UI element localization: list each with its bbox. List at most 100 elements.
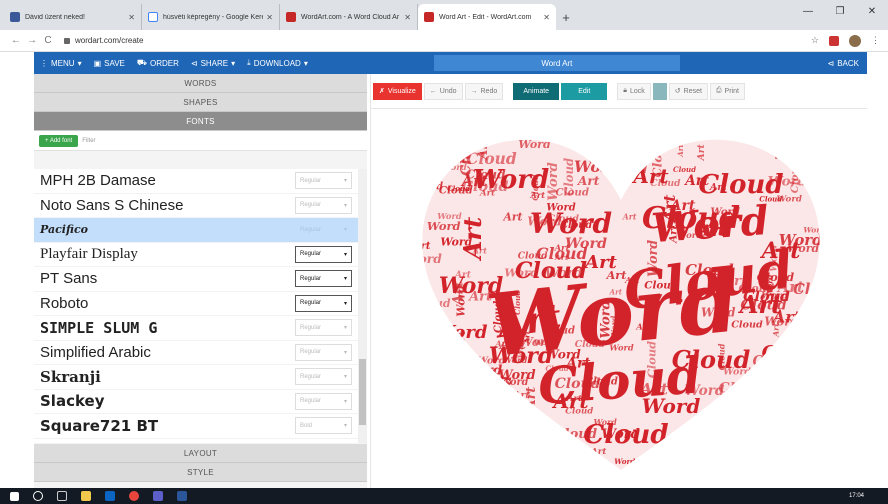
chevron-down-icon: ▾ <box>343 276 347 283</box>
section-fonts[interactable]: FONTS <box>34 112 367 131</box>
font-weight-select[interactable]: Regular ▾ <box>295 221 352 239</box>
chevron-down-icon: ▾ <box>343 398 347 405</box>
cloud-word: Art <box>631 164 669 188</box>
reset-button[interactable]: ↺ Reset <box>668 82 708 100</box>
print-button[interactable]: ⎙ Print <box>709 82 745 100</box>
url-field[interactable]: wordart.com/create <box>64 36 811 45</box>
share-button[interactable]: ⊲ SHARE ▾ <box>185 52 241 74</box>
animate-button[interactable]: Animate <box>513 82 560 100</box>
chevron-down-icon: ▾ <box>343 423 347 430</box>
address-bar-actions: ☆ ⋮ <box>811 34 880 47</box>
save-icon: ▣ <box>93 58 102 68</box>
redo-button[interactable]: → Redo <box>464 82 504 100</box>
cloud-word: Art <box>415 307 443 324</box>
cloud-word: Cloud <box>536 345 703 415</box>
close-tab-icon[interactable]: ✕ <box>266 13 273 22</box>
section-style[interactable]: STYLE <box>34 463 367 482</box>
browser-tab[interactable]: WordArt.com - A Word Cloud Ar ✕ <box>280 4 418 30</box>
taskbar-clock[interactable]: 17:04 <box>849 493 888 500</box>
font-row[interactable]: Square721 BT Bold ▾ <box>34 414 358 439</box>
cloud-word: Art <box>526 439 542 466</box>
cloud-word: Art <box>696 143 707 161</box>
browser-tab-active[interactable]: Word Art - Edit - WordArt.com ✕ <box>418 4 556 30</box>
teams-icon[interactable] <box>153 491 163 501</box>
new-tab-button[interactable]: + <box>556 4 576 30</box>
cloud-word: Art <box>458 217 487 261</box>
font-weight-select[interactable]: Regular ▾ <box>295 196 352 214</box>
font-row[interactable]: Roboto Regular ▾ <box>34 292 358 316</box>
task-view-icon[interactable] <box>57 491 67 501</box>
download-icon: ⤓ <box>247 58 251 67</box>
save-button[interactable]: ▣ SAVE <box>88 52 131 74</box>
font-weight-select[interactable]: Regular ▾ <box>295 319 352 337</box>
order-button[interactable]: ⛟ ORDER <box>131 52 185 74</box>
edit-button[interactable]: Edit <box>561 82 608 100</box>
lock-button[interactable]: 🔒︎ Lock <box>617 82 651 100</box>
search-icon[interactable] <box>33 491 43 501</box>
font-row[interactable]: Skranji Regular ▾ <box>34 365 358 390</box>
file-explorer-icon[interactable] <box>81 491 91 501</box>
undo-button[interactable]: ← Undo <box>423 82 463 100</box>
download-button[interactable]: ⤓ DOWNLOAD ▾ <box>241 52 314 74</box>
font-list-scrollbar[interactable] <box>358 169 367 443</box>
section-layout[interactable]: LAYOUT <box>34 444 367 463</box>
minimize-icon[interactable]: — <box>792 0 824 22</box>
font-weight-select[interactable]: Regular ▾ <box>295 392 352 410</box>
font-weight-select[interactable]: Regular ▾ <box>295 294 352 312</box>
add-font-label: Add font <box>49 137 73 144</box>
extension-icon[interactable] <box>829 35 839 46</box>
font-weight-select[interactable]: Regular ▾ <box>295 245 352 263</box>
chevron-down-icon: ▾ <box>343 300 347 307</box>
cloud-word: Art <box>622 213 637 222</box>
printer-icon: ⎙ <box>715 87 722 94</box>
profile-avatar[interactable] <box>849 34 861 47</box>
close-tab-icon[interactable]: ✕ <box>404 13 411 22</box>
font-filter-input[interactable]: Filter <box>82 138 95 144</box>
menu-button[interactable]: ⋮ MENU ▾ <box>34 52 88 74</box>
visualize-button[interactable]: ✗ Visualize <box>373 82 422 100</box>
color-swatch[interactable] <box>652 82 667 100</box>
scrollbar-thumb[interactable] <box>359 359 366 425</box>
font-weight-select[interactable]: Regular ▾ <box>295 368 352 386</box>
cloud-word: Word <box>518 138 551 151</box>
close-window-icon[interactable]: ✕ <box>856 0 888 22</box>
section-shapes[interactable]: SHAPES <box>34 93 367 112</box>
window-controls: — ❐ ✕ <box>792 0 888 22</box>
windows-start-icon[interactable] <box>10 491 19 501</box>
font-weight-value: Regular <box>300 349 322 356</box>
word-icon[interactable] <box>177 491 187 501</box>
chrome-icon[interactable] <box>129 491 139 501</box>
star-icon[interactable]: ☆ <box>811 35 819 46</box>
font-weight-select[interactable]: Regular ▾ <box>295 172 352 190</box>
tab-title: Word Art - Edit - WordArt.com <box>439 13 532 21</box>
section-words[interactable]: WORDS <box>34 74 367 93</box>
browser-tab[interactable]: húsvéti képregény - Google Kere ✕ <box>142 4 280 30</box>
font-row[interactable]: SIMPLE SLUM G Regular ▾ <box>34 316 358 341</box>
preview-panel: ✗ Visualize ← Undo → Redo Animate Edit 🔒︎ Lo… <box>370 74 867 488</box>
font-row[interactable]: MPH 2B Damase Regular ▾ <box>34 169 358 194</box>
font-weight-select[interactable]: Regular ▾ <box>295 270 352 288</box>
forward-arrow-icon[interactable]: → <box>24 35 40 46</box>
browser-menu-icon[interactable]: ⋮ <box>871 35 880 46</box>
back-arrow-icon[interactable]: ← <box>8 35 24 46</box>
font-row[interactable]: Simplified Arabic Regular ▾ <box>34 341 358 365</box>
close-tab-icon[interactable]: ✕ <box>543 13 550 22</box>
font-weight-select[interactable]: Regular ▾ <box>295 343 352 361</box>
close-tab-icon[interactable]: ✕ <box>128 13 135 22</box>
cloud-word: Word <box>679 438 704 448</box>
back-button[interactable]: ⊲ BACK <box>822 52 868 74</box>
browser-tab[interactable]: Dávid üzent neked! ✕ <box>4 4 142 30</box>
outlook-icon[interactable] <box>105 491 115 501</box>
reload-icon[interactable]: C <box>40 35 56 46</box>
font-row[interactable]: Playfair Display Regular ▾ <box>34 243 358 267</box>
back-label: BACK <box>837 58 859 68</box>
maximize-icon[interactable]: ❐ <box>824 0 856 22</box>
font-row[interactable]: PT Sans Regular ▾ <box>34 267 358 292</box>
font-row[interactable]: Pacifico Regular ▾ <box>34 218 358 243</box>
add-font-button[interactable]: + Add font <box>39 134 79 147</box>
cloud-word: Word <box>473 165 549 195</box>
artwork-title-field[interactable]: Word Art <box>433 55 680 71</box>
font-row[interactable]: Noto Sans S Chinese Regular ▾ <box>34 194 358 218</box>
font-weight-select[interactable]: Bold ▾ <box>295 417 352 435</box>
font-row[interactable]: Slackey Regular ▾ <box>34 390 358 414</box>
